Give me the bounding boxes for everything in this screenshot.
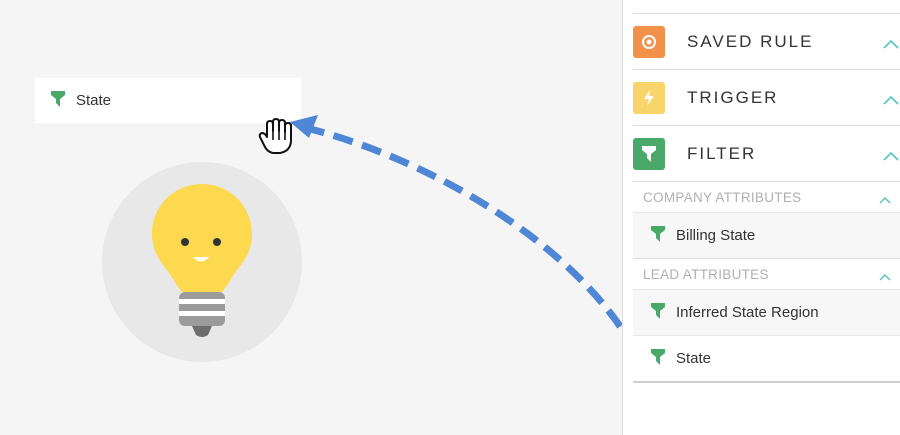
filter-icon [633, 137, 665, 170]
section-trigger[interactable]: TRIGGER [633, 69, 900, 125]
filter-icon [650, 225, 666, 247]
canvas-area: State [0, 0, 622, 435]
chevron-up-icon[interactable] [883, 148, 899, 166]
attribute-item-inferred-state-region[interactable]: Inferred State Region [633, 289, 900, 335]
filter-icon [650, 302, 666, 324]
attribute-label: State [676, 350, 712, 367]
filter-icon [650, 348, 666, 370]
section-label: TRIGGER [687, 87, 779, 107]
lead-attributes-title: LEAD ATTRIBUTES [643, 266, 769, 282]
section-label: FILTER [687, 143, 757, 163]
company-attributes-header[interactable]: COMPANY ATTRIBUTES [633, 181, 900, 212]
chevron-up-icon[interactable] [879, 269, 891, 284]
drag-arrow [290, 115, 622, 336]
attribute-label: Inferred State Region [676, 304, 819, 321]
right-panel: SAVED RULE TRIGGER FILTER COMPANY ATTRIB… [622, 0, 900, 435]
hand-cursor-icon [258, 118, 294, 161]
section-filter[interactable]: FILTER [633, 125, 900, 181]
saved-rule-icon [633, 25, 665, 58]
lead-attributes-header[interactable]: LEAD ATTRIBUTES [633, 258, 900, 289]
lightning-icon [633, 81, 665, 114]
attribute-item-state[interactable]: State [633, 335, 900, 383]
attribute-item-billing-state[interactable]: Billing State [633, 212, 900, 258]
attribute-label: Billing State [676, 227, 756, 244]
section-label: SAVED RULE [687, 31, 814, 51]
company-attributes-title: COMPANY ATTRIBUTES [643, 189, 802, 205]
chevron-up-icon[interactable] [883, 92, 899, 110]
chevron-up-icon[interactable] [883, 36, 899, 54]
chevron-up-icon[interactable] [879, 192, 891, 207]
section-saved-rule[interactable]: SAVED RULE [633, 13, 900, 69]
